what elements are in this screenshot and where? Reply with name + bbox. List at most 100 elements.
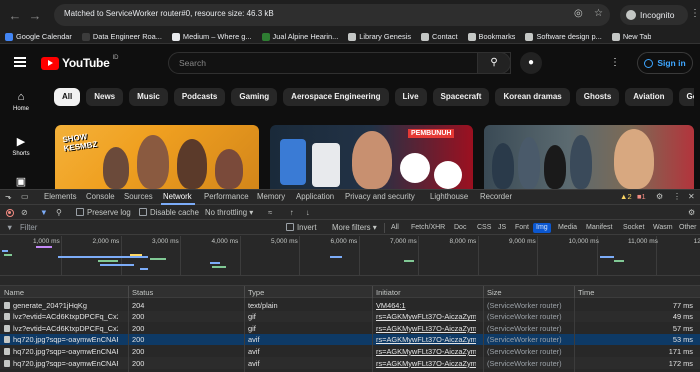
filter-type-fetch-xhr[interactable]: Fetch/XHR bbox=[408, 223, 448, 233]
cell-initiator[interactable]: rs=AGKMywFLt37O-AiczaZymnB? bbox=[376, 312, 476, 321]
back-icon[interactable]: ← bbox=[4, 8, 26, 23]
bookmark-item[interactable]: Bookmarks bbox=[467, 32, 515, 41]
chip-all[interactable]: All bbox=[54, 88, 81, 106]
star-icon[interactable]: ☆ bbox=[594, 8, 603, 19]
cell-initiator[interactable]: VM464:1 bbox=[376, 301, 476, 310]
import-har-icon[interactable]: ↑ bbox=[290, 208, 294, 217]
filter-type-font[interactable]: Font bbox=[512, 223, 532, 233]
bookmark-item[interactable]: Data Engineer Roa... bbox=[81, 32, 162, 41]
incognito-badge[interactable]: Incognito bbox=[620, 5, 688, 25]
video-thumbnail[interactable]: SHOW KESMBZ bbox=[55, 125, 259, 189]
bookmark-item[interactable]: Jual Alpine Hearin... bbox=[261, 32, 338, 41]
bookmark-item[interactable]: Medium – Where g... bbox=[171, 32, 252, 41]
search-input[interactable]: Search bbox=[168, 52, 511, 74]
chip-gaming[interactable]: Gaming bbox=[231, 88, 278, 106]
settings-menu-icon[interactable]: ⋮ bbox=[610, 57, 620, 68]
inspect-icon[interactable]: ⬎ bbox=[5, 192, 12, 201]
throttling-select[interactable]: No throttling ▾ bbox=[205, 208, 253, 217]
filter-type-wasm[interactable]: Wasm bbox=[650, 223, 676, 233]
tab-sources[interactable]: Sources bbox=[124, 192, 153, 201]
column-header-initiator[interactable]: Initiator bbox=[376, 288, 401, 297]
filter-type-doc[interactable]: Doc bbox=[451, 223, 469, 233]
tab-recorder[interactable]: Recorder bbox=[480, 192, 512, 201]
chip-music[interactable]: Music bbox=[129, 88, 168, 106]
chip-podcasts[interactable]: Podcasts bbox=[173, 88, 226, 106]
more-filters-dropdown[interactable]: More filters ▾ bbox=[332, 223, 377, 232]
table-row[interactable]: generate_204?1jHqKg 204 text/plain VM464:1 (… bbox=[0, 299, 700, 311]
chip-goo[interactable]: Goo bbox=[678, 88, 694, 106]
column-header-type[interactable]: Type bbox=[248, 288, 264, 297]
tab-lighthouse[interactable]: Lighthouse bbox=[430, 192, 468, 201]
filter-type-socket[interactable]: Socket bbox=[620, 223, 647, 233]
record-icon[interactable] bbox=[6, 209, 14, 217]
tab-network[interactable]: Network bbox=[163, 192, 192, 201]
nav-home[interactable]: ⌂ Home bbox=[0, 91, 42, 112]
filter-input[interactable]: ▼ Filter bbox=[4, 222, 284, 234]
network-conditions-icon[interactable]: ≈ bbox=[268, 208, 272, 217]
chip-live[interactable]: Live bbox=[394, 88, 427, 106]
table-row[interactable]: hq720.jpg?sqp=-oaymwEnCNAF... 200 avif rs=A… bbox=[0, 333, 700, 346]
filter-type-all[interactable]: All bbox=[388, 223, 402, 233]
cell-initiator[interactable]: rs=AGKMywFLt37O-AiczaZymnB? bbox=[376, 335, 476, 344]
cell-initiator[interactable]: rs=AGKMywFLt37O-AiczaZymnB? bbox=[376, 347, 476, 356]
network-timeline[interactable]: 1,000 ms 2,000 ms 3,000 ms 4,000 ms 5,000 ms… bbox=[0, 236, 700, 276]
disable-cache-checkbox[interactable]: Disable cache bbox=[139, 208, 199, 217]
tab-privacy-and-security[interactable]: Privacy and security bbox=[345, 192, 415, 201]
chip-aviation[interactable]: Aviation bbox=[625, 88, 673, 106]
tab-console[interactable]: Console bbox=[86, 192, 115, 201]
column-header-size[interactable]: Size bbox=[487, 288, 502, 297]
eye-slash-icon[interactable]: ◎ bbox=[574, 8, 583, 19]
chip-korean-dramas[interactable]: Korean dramas bbox=[495, 88, 570, 106]
error-count-badge[interactable]: ■1 bbox=[637, 192, 646, 201]
export-har-icon[interactable]: ↓ bbox=[306, 208, 310, 217]
browser-menu-icon[interactable]: ⋮ bbox=[690, 8, 700, 19]
invert-checkbox[interactable]: Invert bbox=[286, 223, 317, 232]
voice-search-button[interactable]: ● bbox=[520, 52, 542, 74]
tab-performance[interactable]: Performance bbox=[204, 192, 249, 201]
menu-icon[interactable] bbox=[14, 57, 26, 67]
search-icon[interactable]: ⚲ bbox=[56, 208, 62, 217]
search-button[interactable]: ⚲ bbox=[477, 52, 511, 74]
close-icon[interactable]: ✕ bbox=[688, 192, 695, 201]
bookmark-item[interactable]: New Tab bbox=[611, 32, 651, 41]
network-settings-icon[interactable]: ⚙ bbox=[688, 208, 695, 217]
bookmark-item[interactable]: Contact bbox=[421, 32, 458, 41]
column-header-status[interactable]: Status bbox=[132, 288, 153, 297]
bookmark-item[interactable]: Google Calendar bbox=[5, 32, 72, 41]
filter-type-other[interactable]: Other bbox=[676, 223, 700, 233]
settings-icon[interactable]: ⚙ bbox=[656, 192, 663, 201]
forward-icon[interactable]: → bbox=[24, 8, 46, 23]
video-thumbnail[interactable]: PEMBUNUH bbox=[270, 125, 473, 189]
column-header-name[interactable]: Name bbox=[4, 288, 24, 297]
tab-memory[interactable]: Memory bbox=[257, 192, 285, 201]
cell-initiator[interactable]: rs=AGKMywFLt37O-AiczaZymnB? bbox=[376, 324, 476, 333]
device-toolbar-icon[interactable]: ▭ bbox=[21, 192, 29, 201]
table-row[interactable]: lvz?evtid=ACd6KtxpDPCFq_Cx2... 200 gif rs=A… bbox=[0, 322, 700, 334]
filter-icon[interactable]: ▼ bbox=[40, 208, 48, 217]
filter-type-css[interactable]: CSS bbox=[474, 223, 494, 233]
filter-type-js[interactable]: JS bbox=[495, 223, 509, 233]
sign-in-button[interactable]: Sign in bbox=[637, 52, 693, 74]
youtube-logo[interactable]: YouTube ID bbox=[41, 55, 118, 70]
chip-aerospace-engineering[interactable]: Aerospace Engineering bbox=[283, 88, 389, 106]
preserve-log-checkbox[interactable]: Preserve log bbox=[76, 208, 131, 217]
table-row[interactable]: lvz?evtid=ACd6KtxpDPCFq_Cx2... 200 gif rs=A… bbox=[0, 310, 700, 323]
cell-initiator[interactable]: rs=AGKMywFLt37O-AiczaZymnB? bbox=[376, 359, 476, 368]
bookmark-item[interactable]: Library Genesis bbox=[348, 32, 411, 41]
bookmark-item[interactable]: Software design p... bbox=[525, 32, 602, 41]
column-header-time[interactable]: Time bbox=[578, 288, 594, 297]
filter-type-manifest[interactable]: Manifest bbox=[583, 223, 615, 233]
filter-type-media[interactable]: Media bbox=[555, 223, 580, 233]
filter-type-img[interactable]: Img bbox=[533, 223, 551, 233]
chip-ghosts[interactable]: Ghosts bbox=[575, 88, 620, 106]
chip-spacecraft[interactable]: Spacecraft bbox=[432, 88, 490, 106]
chip-news[interactable]: News bbox=[86, 88, 124, 106]
video-thumbnail[interactable] bbox=[484, 125, 694, 189]
nav-shorts[interactable]: ▶ Shorts bbox=[0, 135, 42, 157]
tab-elements[interactable]: Elements bbox=[44, 192, 77, 201]
tab-application[interactable]: Application bbox=[296, 192, 334, 201]
address-bar[interactable]: Matched to ServiceWorker router#0, resou… bbox=[54, 4, 610, 26]
table-row[interactable]: hq720.jpg?sqp=-oaymwEnCNAF... 200 avif rs=A… bbox=[0, 345, 700, 357]
table-row[interactable]: hq720.jpg?sqp=-oaymwEnCNAF... 200 avif rs=A… bbox=[0, 357, 700, 369]
more-options-icon[interactable]: ⋮ bbox=[673, 192, 681, 201]
